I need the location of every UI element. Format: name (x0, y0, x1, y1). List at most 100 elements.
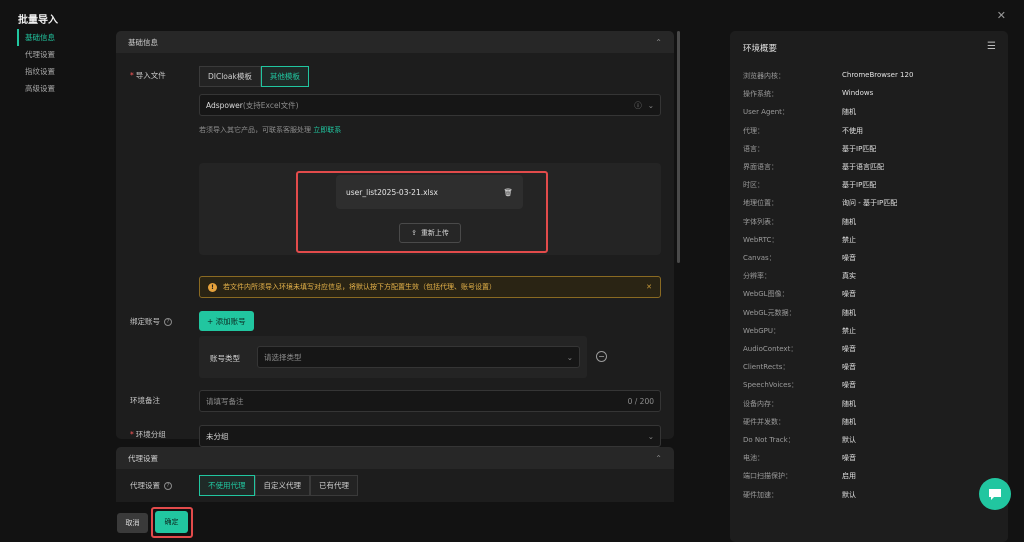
highlight-box (151, 507, 193, 538)
account-type-select[interactable]: 请选择类型 ⌄ (257, 346, 580, 368)
summary-value: 禁止 (842, 326, 856, 335)
note-counter: 0 / 200 (627, 396, 654, 406)
summary-value: 噪音 (842, 290, 856, 299)
summary-value: 随机 (842, 417, 856, 426)
account-type-label: 账号类型 (210, 354, 240, 363)
summary-row: 端口扫描保护： 启用 (743, 471, 856, 481)
tab-no-proxy[interactable]: 不使用代理 (199, 475, 255, 496)
close-icon[interactable]: ✕ (646, 283, 652, 291)
summary-key: 电池： (743, 454, 764, 463)
note-label: 环境备注 (130, 396, 160, 405)
chevron-down-icon: ⌄ (647, 100, 654, 110)
form-scrollbar[interactable] (677, 31, 680, 263)
summary-key: ClientRects： (743, 363, 790, 372)
summary-row: 电池： 噪音 (743, 453, 856, 463)
nav-item-fingerprint[interactable]: 指纹设置 (17, 63, 97, 80)
proxy-section: 代理设置 ⌃ 代理设置? 不使用代理 自定义代理 已有代理 (116, 447, 674, 502)
import-file-label: * 导入文件 (130, 71, 166, 80)
summary-value: 噪音 (842, 345, 856, 353)
basic-section-title: 基础信息 (128, 37, 158, 47)
upload-area[interactable]: user_list2025-03-21.xlsx 🗑 ⇪ 重新上传 (199, 163, 661, 255)
source-value: Adspower (206, 100, 243, 110)
chevron-up-icon[interactable]: ⌃ (655, 454, 662, 463)
summary-value: 噪音 (842, 363, 856, 372)
summary-key: User Agent： (743, 108, 789, 117)
group-select[interactable]: 未分组 ⌄ (199, 425, 661, 447)
summary-key: Do Not Track： (743, 436, 795, 444)
summary-value: 真实 (842, 272, 856, 281)
summary-value: 随机 (842, 217, 856, 226)
summary-value: 噪音 (842, 381, 856, 390)
proxy-section-header[interactable]: 代理设置 ⌃ (116, 447, 674, 469)
summary-value: 默认 (842, 490, 856, 499)
summary-key: WebGL元数据： (743, 308, 796, 317)
help-icon[interactable]: ⓘ (634, 100, 642, 111)
summary-row: 硬件加速： 默认 (743, 490, 856, 500)
summary-value: 询问 - 基于IP匹配 (842, 199, 898, 208)
summary-row: 分辨率： 真实 (743, 271, 856, 281)
summary-key: 操作系统： (743, 90, 778, 99)
tab-existing-proxy[interactable]: 已有代理 (310, 475, 358, 496)
help-icon: ? (164, 318, 172, 326)
warning-banner: ! 若文件内所须导入环境未填写对应信息，将默认按下方配置生效（包括代理、账号设置… (199, 276, 661, 298)
summary-value: 噪音 (842, 454, 856, 463)
summary-row: 字体列表： 随机 (743, 217, 856, 227)
summary-value: 随机 (842, 108, 856, 117)
proxy-section-body: 代理设置? 不使用代理 自定义代理 已有代理 (116, 469, 674, 502)
source-select[interactable]: Adspower (支持Excel文件) ⓘ ⌄ (199, 94, 661, 116)
highlight-box (296, 171, 548, 253)
nav-item-proxy[interactable]: 代理设置 (17, 46, 97, 63)
summary-key: WebRTC： (743, 235, 779, 244)
tab-other-template[interactable]: 其他模板 (260, 66, 309, 87)
template-tabs: DICloak模板 其他模板 (199, 66, 309, 87)
nav-item-basic[interactable]: 基础信息 (17, 29, 97, 46)
chevron-up-icon[interactable]: ⌃ (655, 38, 662, 47)
summary-row: 操作系统： Windows (743, 89, 873, 99)
summary-row: Canvas： 噪音 (743, 253, 856, 263)
basic-section-header[interactable]: 基础信息 ⌃ (116, 31, 674, 53)
contact-line: 若须导入其它产品，可联系客服处理 立即联系 (199, 125, 341, 135)
contact-text: 若须导入其它产品，可联系客服处理 (199, 126, 311, 134)
bind-account-label: 绑定账号? (130, 316, 172, 327)
summary-row: ClientRects： 噪音 (743, 362, 856, 372)
add-account-button[interactable]: + 添加账号 (199, 311, 254, 331)
summary-value: 随机 (842, 308, 856, 317)
close-icon[interactable]: ✕ (997, 9, 1006, 22)
summary-value: 默认 (842, 436, 856, 444)
summary-row: WebRTC： 禁止 (743, 235, 856, 245)
summary-value: 禁止 (842, 235, 856, 244)
summary-row: 硬件并发数： 随机 (743, 417, 856, 427)
cancel-button[interactable]: 取消 (117, 513, 148, 533)
summary-row: AudioContext： 噪音 (743, 344, 856, 354)
summary-key: 字体列表： (743, 217, 778, 226)
summary-row: WebGL图像： 噪音 (743, 289, 856, 299)
summary-value: 基于语言匹配 (842, 163, 884, 171)
warning-text: 若文件内所须导入环境未填写对应信息，将默认按下方配置生效（包括代理、账号设置） (223, 283, 496, 291)
summary-title: 环境概要 (743, 44, 778, 54)
proxy-tabs: 不使用代理 自定义代理 已有代理 (199, 475, 358, 496)
summary-row: User Agent： 随机 (743, 107, 856, 117)
summary-key: 硬件并发数： (743, 417, 785, 426)
note-placeholder: 请填写备注 (206, 396, 244, 406)
nav-item-advanced[interactable]: 高级设置 (17, 80, 97, 97)
proxy-section-title: 代理设置 (128, 453, 158, 463)
note-input[interactable]: 请填写备注 0 / 200 (199, 390, 661, 412)
summary-value: 随机 (842, 399, 856, 408)
summary-row: 地理位置： 询问 - 基于IP匹配 (743, 198, 897, 208)
summary-key: 浏览器内核： (743, 72, 785, 80)
form-area: 基础信息 ⌃ * 导入文件 DICloak模板 其他模板 Adspower (支持… (116, 31, 674, 502)
summary-row: 设备内存： 随机 (743, 399, 856, 409)
remove-account-icon[interactable]: − (596, 351, 607, 362)
summary-row: 浏览器内核： ChromeBrowser 120 (743, 71, 913, 81)
chat-icon (989, 489, 1001, 500)
source-hint: (支持Excel文件) (242, 100, 299, 110)
chevron-down-icon: ⌄ (566, 352, 573, 362)
warning-icon: ! (208, 282, 217, 292)
tab-custom-proxy[interactable]: 自定义代理 (254, 475, 310, 496)
collapse-panel-icon[interactable]: ☰ (987, 41, 996, 52)
tab-dicloak-template[interactable]: DICloak模板 (199, 66, 261, 87)
summary-key: 端口扫描保护： (743, 472, 792, 481)
summary-value: 基于IP匹配 (842, 181, 877, 190)
contact-link[interactable]: 立即联系 (313, 126, 341, 134)
chat-support-button[interactable] (979, 478, 1011, 510)
